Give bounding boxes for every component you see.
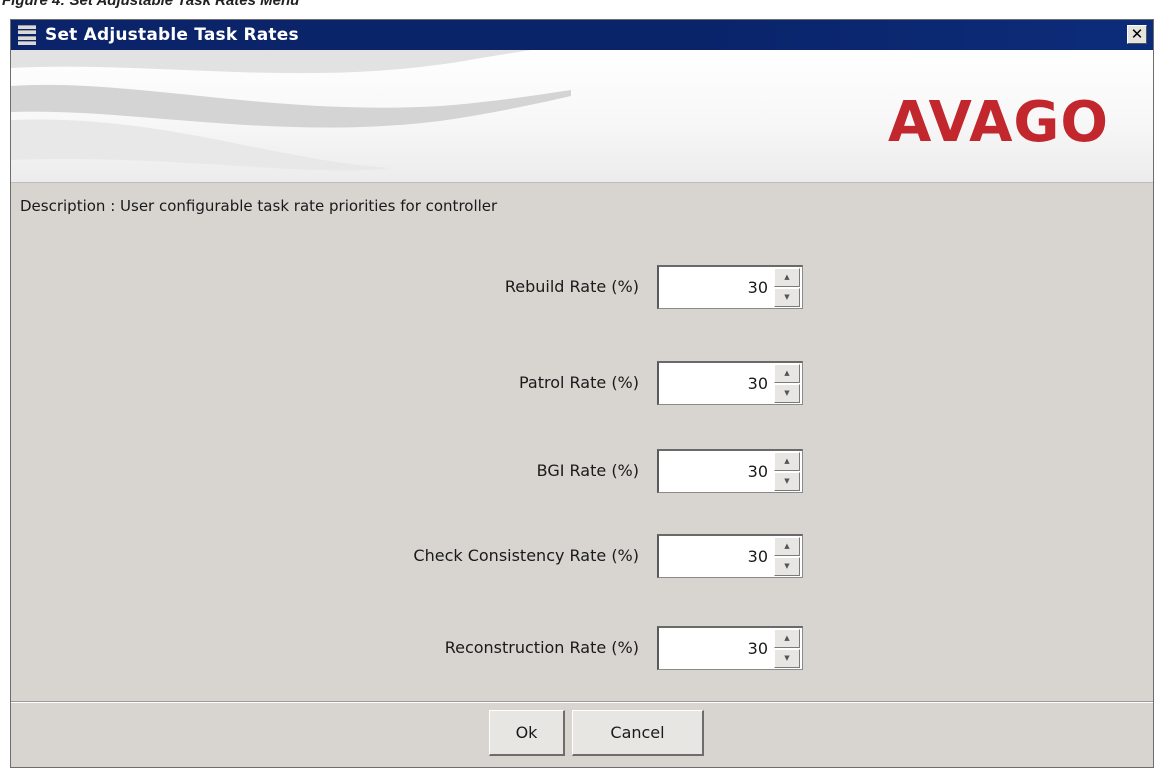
- rebuild-rate-value[interactable]: 30: [748, 278, 768, 297]
- check-consistency-rate-value[interactable]: 30: [748, 547, 768, 566]
- check-consistency-rate-spinner[interactable]: 30 ▲ ▼: [657, 534, 803, 578]
- spin-down-arrow-icon[interactable]: ▼: [774, 649, 800, 668]
- ok-button[interactable]: Ok: [489, 710, 565, 756]
- spin-up-arrow-icon[interactable]: ▲: [774, 364, 800, 383]
- patrol-rate-label: Patrol Rate (%): [518, 373, 639, 392]
- bgi-rate-spinner[interactable]: 30 ▲ ▼: [657, 449, 803, 493]
- reconstruction-rate-value[interactable]: 30: [748, 639, 768, 658]
- rebuild-rate-spinner[interactable]: 30 ▲ ▼: [657, 265, 803, 309]
- bgi-rate-row: BGI Rate (%) 30 ▲ ▼: [11, 449, 1153, 493]
- spin-up-arrow-icon[interactable]: ▲: [774, 629, 800, 648]
- reconstruction-rate-row: Reconstruction Rate (%) 30 ▲ ▼: [11, 626, 1153, 670]
- bgi-rate-label: BGI Rate (%): [536, 461, 639, 480]
- reconstruction-rate-spinner[interactable]: 30 ▲ ▼: [657, 626, 803, 670]
- spin-down-arrow-icon[interactable]: ▼: [774, 472, 800, 491]
- description-text: Description : User configurable task rat…: [20, 197, 498, 215]
- check-consistency-rate-label: Check Consistency Rate (%): [413, 546, 639, 565]
- spin-down-arrow-icon[interactable]: ▼: [774, 288, 800, 307]
- spin-up-arrow-icon[interactable]: ▲: [774, 452, 800, 471]
- screenshot-page: Figure 4: Set Adjustable Task Rates Menu…: [0, 0, 1154, 768]
- patrol-rate-spinner[interactable]: 30 ▲ ▼: [657, 361, 803, 405]
- footer-separator: [11, 701, 1153, 703]
- reconstruction-rate-label: Reconstruction Rate (%): [444, 638, 639, 657]
- close-icon: ✕: [1130, 25, 1144, 43]
- patrol-rate-value[interactable]: 30: [748, 374, 768, 393]
- bgi-rate-value[interactable]: 30: [748, 462, 768, 481]
- spin-down-arrow-icon[interactable]: ▼: [774, 384, 800, 403]
- rebuild-rate-label: Rebuild Rate (%): [504, 277, 639, 296]
- avago-logo: AVAGO: [888, 90, 1109, 155]
- cancel-button[interactable]: Cancel: [572, 710, 704, 756]
- close-button[interactable]: ✕: [1127, 25, 1147, 44]
- header-banner: AVAGO: [11, 50, 1153, 183]
- patrol-rate-row: Patrol Rate (%) 30 ▲ ▼: [11, 361, 1153, 405]
- dialog-window: Set Adjustable Task Rates ✕ AVAGO Descri…: [10, 19, 1154, 768]
- rebuild-rate-row: Rebuild Rate (%) 30 ▲ ▼: [11, 265, 1153, 309]
- window-title: Set Adjustable Task Rates: [45, 25, 299, 45]
- check-consistency-rate-row: Check Consistency Rate (%) 30 ▲ ▼: [11, 534, 1153, 578]
- title-bar[interactable]: Set Adjustable Task Rates ✕: [11, 20, 1153, 50]
- spin-up-arrow-icon[interactable]: ▲: [774, 268, 800, 287]
- spin-up-arrow-icon[interactable]: ▲: [774, 537, 800, 556]
- spin-down-arrow-icon[interactable]: ▼: [774, 557, 800, 576]
- server-icon: [18, 25, 36, 45]
- figure-caption: Figure 4: Set Adjustable Task Rates Menu: [2, 0, 300, 9]
